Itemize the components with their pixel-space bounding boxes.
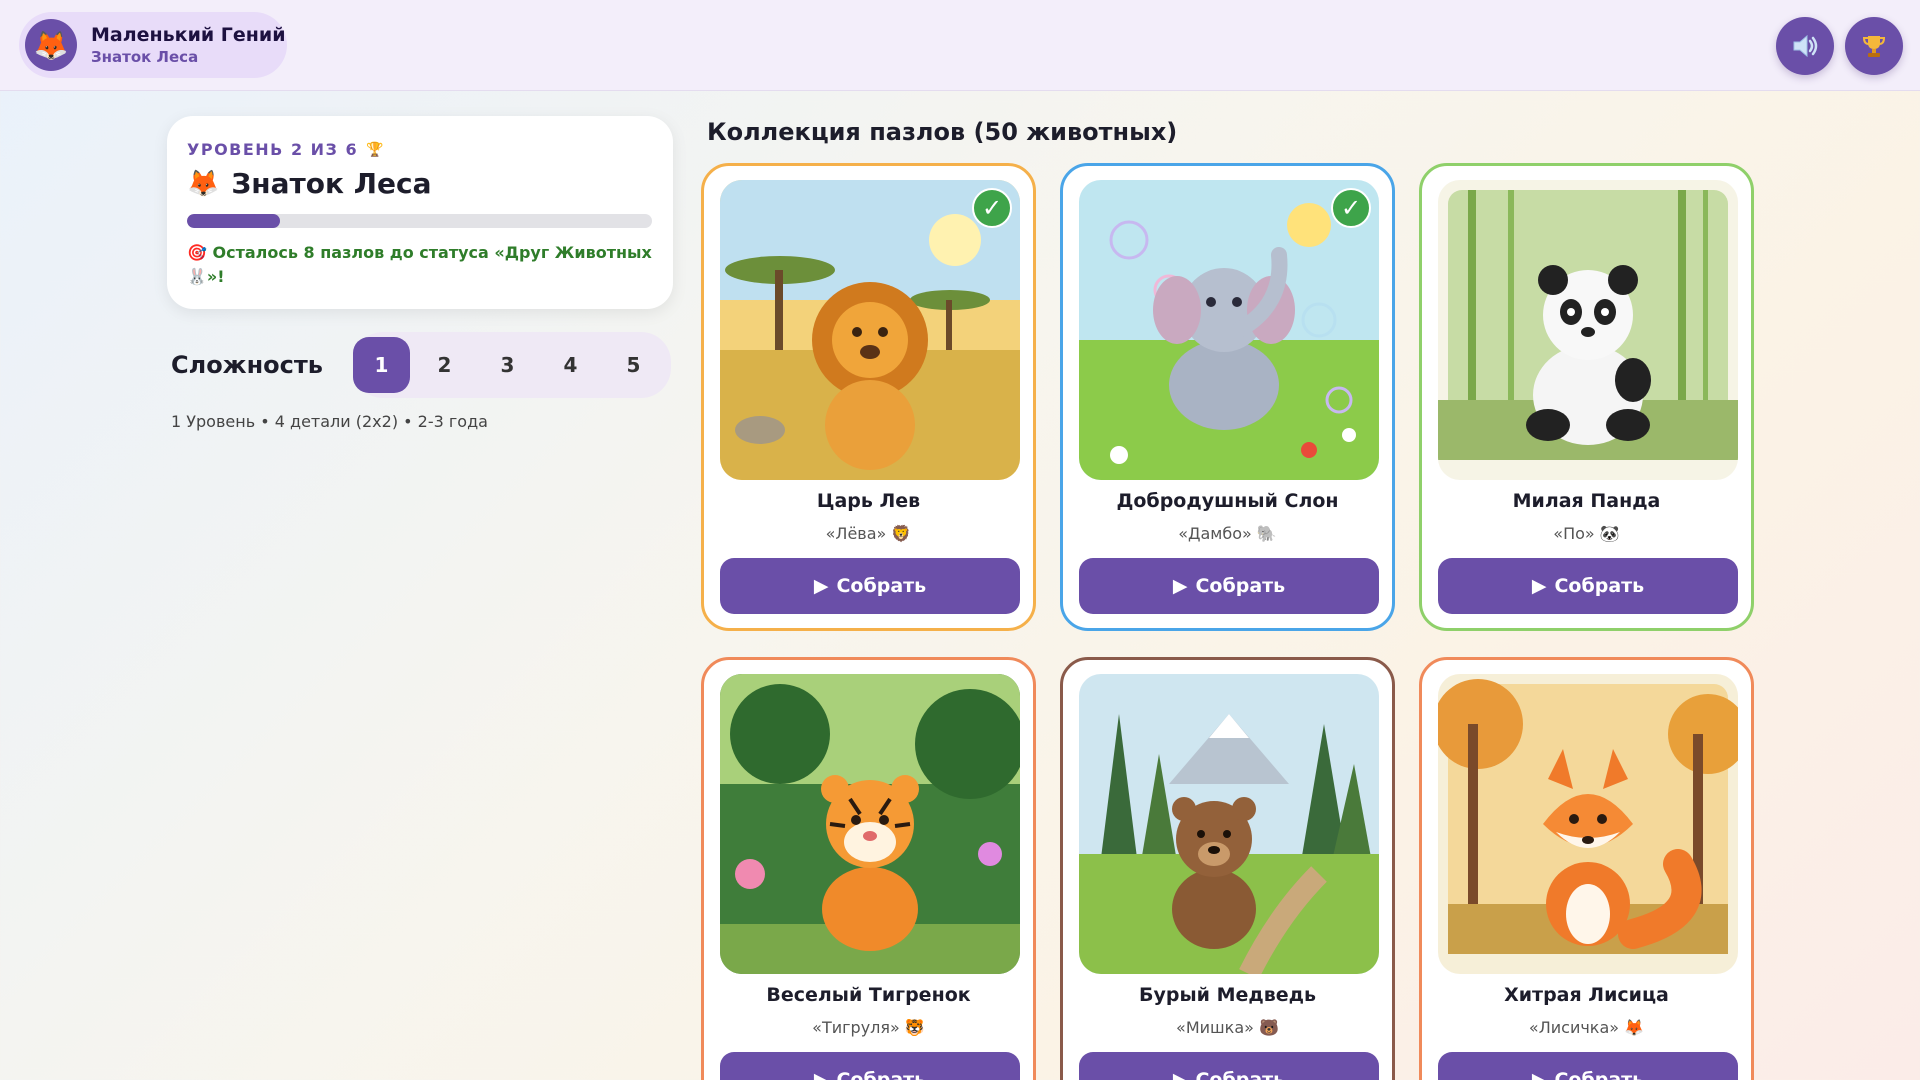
- difficulty-selector: Сложность 12345: [171, 332, 671, 398]
- puzzle-nickname: «По» 🐼: [1553, 524, 1620, 543]
- play-icon: ▶: [1531, 575, 1547, 597]
- puzzle-image-lion[interactable]: ✓: [720, 180, 1020, 480]
- play-icon: ▶: [1172, 575, 1188, 597]
- assemble-button[interactable]: ▶ Собрать: [1079, 558, 1379, 614]
- play-icon: ▶: [1172, 1069, 1188, 1080]
- level-title: 🦊 Знаток Леса: [187, 167, 653, 200]
- puzzle-name: Бурый Медведь: [1139, 984, 1316, 1006]
- puzzle-card[interactable]: Бурый Медведь «Мишка» 🐻 ▶ Собрать: [1060, 657, 1395, 1080]
- level-title-text: Знаток Леса: [231, 167, 432, 200]
- difficulty-option-3[interactable]: 3: [479, 337, 536, 393]
- difficulty-option-5[interactable]: 5: [605, 337, 662, 393]
- puzzle-nickname: «Дамбо» 🐘: [1178, 524, 1277, 543]
- trophy-icon: [1862, 36, 1886, 57]
- difficulty-option-2[interactable]: 2: [416, 337, 473, 393]
- puzzle-nickname: «Лёва» 🦁: [825, 524, 912, 543]
- level-progress-bar: [187, 214, 652, 228]
- level-card: УРОВЕНЬ 2 ИЗ 6 🏆 🦊 Знаток Леса 🎯 Осталос…: [167, 116, 673, 309]
- puzzle-name: Хитрая Лисица: [1504, 984, 1669, 1006]
- assemble-button[interactable]: ▶ Собрать: [720, 558, 1020, 614]
- level-note: 🎯 Осталось 8 пазлов до статуса «Друг Жив…: [187, 243, 652, 286]
- profile-rank: Знаток Леса: [91, 48, 199, 66]
- assemble-button-label: Собрать: [836, 575, 927, 597]
- puzzle-name: Веселый Тигренок: [766, 984, 971, 1006]
- level-kicker-text: УРОВЕНЬ 2 ИЗ 6: [187, 140, 359, 159]
- puzzle-nickname: «Лисичка» 🦊: [1528, 1018, 1645, 1037]
- assemble-button-label: Собрать: [836, 1069, 927, 1080]
- play-icon: ▶: [1531, 1069, 1547, 1080]
- fox-icon: 🦊: [187, 168, 220, 199]
- assemble-button-label: Собрать: [1554, 1069, 1645, 1080]
- top-bar: 🦊 Маленький Гений Знаток Леса: [0, 0, 1920, 91]
- assemble-button[interactable]: ▶ Собрать: [1438, 558, 1738, 614]
- difficulty-option-4[interactable]: 4: [542, 337, 599, 393]
- puzzle-nickname: «Тигруля» 🐯: [812, 1018, 925, 1037]
- speaker-icon: [1793, 34, 1818, 58]
- difficulty-pills: 12345: [353, 332, 671, 398]
- puzzle-card[interactable]: Милая Панда «По» 🐼 ▶ Собрать: [1419, 163, 1754, 631]
- avatar: 🦊: [25, 19, 77, 71]
- difficulty-caption: 1 Уровень • 4 детали (2x2) • 2-3 года: [171, 412, 488, 431]
- level-kicker: УРОВЕНЬ 2 ИЗ 6 🏆: [187, 140, 653, 159]
- difficulty-label: Сложность: [171, 351, 323, 379]
- puzzle-name: Царь Лев: [816, 490, 921, 512]
- puzzle-image-tiger[interactable]: [720, 674, 1020, 974]
- collection-title: Коллекция пазлов (50 животных): [707, 118, 1178, 146]
- puzzle-image-bear[interactable]: [1079, 674, 1379, 974]
- puzzle-name: Милая Панда: [1512, 490, 1661, 512]
- puzzle-image-panda[interactable]: [1438, 180, 1738, 480]
- profile-name: Маленький Гений: [91, 24, 286, 46]
- assemble-button[interactable]: ▶ Собрать: [1438, 1052, 1738, 1080]
- assemble-button[interactable]: ▶ Собрать: [1079, 1052, 1379, 1080]
- level-progress-fill: [187, 214, 280, 228]
- assemble-button-label: Собрать: [1195, 1069, 1286, 1080]
- sound-button[interactable]: [1776, 17, 1834, 75]
- puzzle-nickname: «Мишка» 🐻: [1176, 1018, 1279, 1037]
- assemble-button[interactable]: ▶ Собрать: [720, 1052, 1020, 1080]
- play-icon: ▶: [813, 1069, 829, 1080]
- puzzle-card[interactable]: ✓ Добродушный Слон «Дамбо» 🐘 ▶ Собрать: [1060, 163, 1395, 631]
- puzzle-image-elephant[interactable]: ✓: [1079, 180, 1379, 480]
- puzzle-image-fox[interactable]: [1438, 674, 1738, 974]
- play-icon: ▶: [813, 575, 829, 597]
- puzzle-card[interactable]: Веселый Тигренок «Тигруля» 🐯 ▶ Собрать: [701, 657, 1036, 1080]
- assemble-button-label: Собрать: [1554, 575, 1645, 597]
- trophy-button[interactable]: [1845, 17, 1903, 75]
- profile-chip[interactable]: 🦊 Маленький Гений Знаток Леса: [19, 12, 287, 78]
- puzzle-card[interactable]: ✓ Царь Лев «Лёва» 🦁 ▶ Собрать: [701, 163, 1036, 631]
- difficulty-option-1[interactable]: 1: [353, 337, 410, 393]
- puzzle-name: Добродушный Слон: [1116, 490, 1339, 512]
- trophy-small-icon: 🏆: [366, 141, 386, 158]
- puzzle-card[interactable]: Хитрая Лисица «Лисичка» 🦊 ▶ Собрать: [1419, 657, 1754, 1080]
- completed-check-icon: ✓: [1331, 188, 1371, 228]
- assemble-button-label: Собрать: [1195, 575, 1286, 597]
- completed-check-icon: ✓: [972, 188, 1012, 228]
